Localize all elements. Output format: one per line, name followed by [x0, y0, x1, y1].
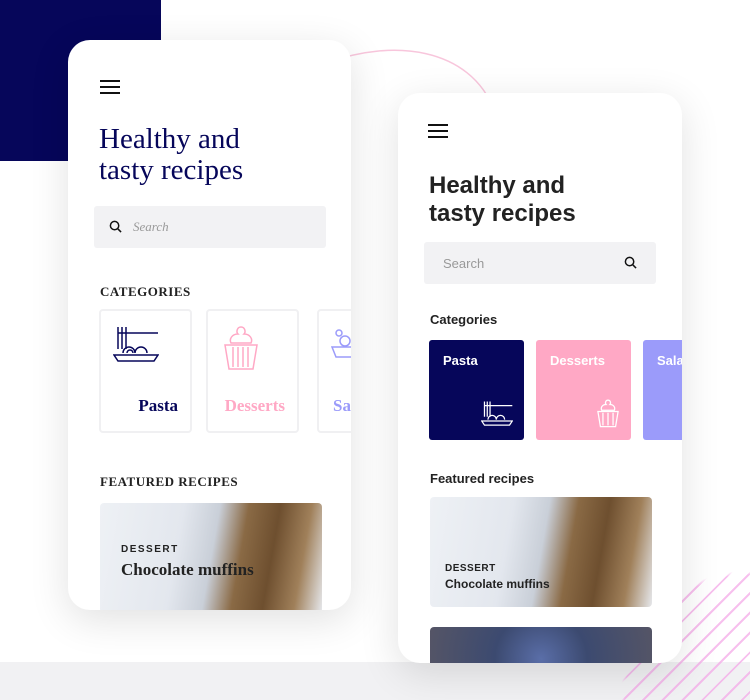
search-placeholder: Search — [443, 256, 485, 271]
featured-heading: FEATURED RECIPES — [100, 474, 239, 489]
category-label: Pasta — [443, 353, 478, 368]
featured-recipe-card[interactable]: DESSERT Chocolate muffins — [100, 503, 322, 610]
category-label: Sala — [657, 353, 682, 368]
title-line-2: tasty recipes — [99, 154, 244, 186]
cupcake-icon — [224, 326, 258, 370]
page-title: Healthy and tasty recipes — [429, 172, 576, 228]
recipe-category: DESSERT — [445, 563, 496, 574]
category-card-pasta[interactable]: Pasta — [429, 340, 524, 440]
salad-icon — [331, 329, 351, 358]
search-input[interactable]: Search — [424, 242, 656, 284]
recipe-name: Chocolate muffins — [121, 560, 254, 579]
search-icon[interactable] — [624, 256, 637, 269]
categories-heading: Categories — [430, 312, 498, 327]
cupcake-icon — [597, 399, 619, 428]
page-title: Healthy and tasty recipes — [99, 124, 243, 186]
category-label: Desserts — [224, 396, 285, 415]
phone-mockup-before: Healthy and tasty recipes Search CATEGOR… — [68, 40, 351, 610]
search-placeholder: Search — [133, 219, 169, 234]
category-label: Pasta — [138, 396, 178, 415]
category-card-salad[interactable]: Sa — [317, 309, 351, 433]
pasta-icon — [481, 401, 513, 426]
category-label: Sa — [333, 396, 351, 415]
category-card-pasta[interactable]: Pasta — [99, 309, 192, 433]
featured-heading: Featured recipes — [430, 471, 535, 486]
title-line-1: Healthy and — [99, 123, 240, 155]
title-line-2: tasty recipes — [429, 200, 576, 227]
phone-mockup-after: Healthy and tasty recipes Search Categor… — [398, 93, 682, 663]
category-card-desserts[interactable]: Desserts — [206, 309, 299, 433]
recipe-card-blueberries[interactable] — [430, 627, 652, 663]
pasta-icon — [113, 327, 159, 362]
title-line-1: Healthy and — [429, 172, 566, 199]
category-card-desserts[interactable]: Desserts — [536, 340, 631, 440]
hamburger-menu-icon[interactable] — [100, 80, 120, 94]
category-card-salad[interactable]: Sala — [643, 340, 682, 440]
search-icon — [109, 220, 122, 233]
category-label: Desserts — [550, 353, 605, 368]
search-input[interactable]: Search — [94, 206, 326, 248]
categories-heading: CATEGORIES — [100, 284, 191, 299]
hamburger-menu-icon[interactable] — [428, 124, 448, 138]
featured-recipe-card[interactable]: DESSERT Chocolate muffins — [430, 497, 652, 607]
recipe-name: Chocolate muffins — [445, 577, 550, 591]
recipe-category: DESSERT — [121, 544, 179, 555]
